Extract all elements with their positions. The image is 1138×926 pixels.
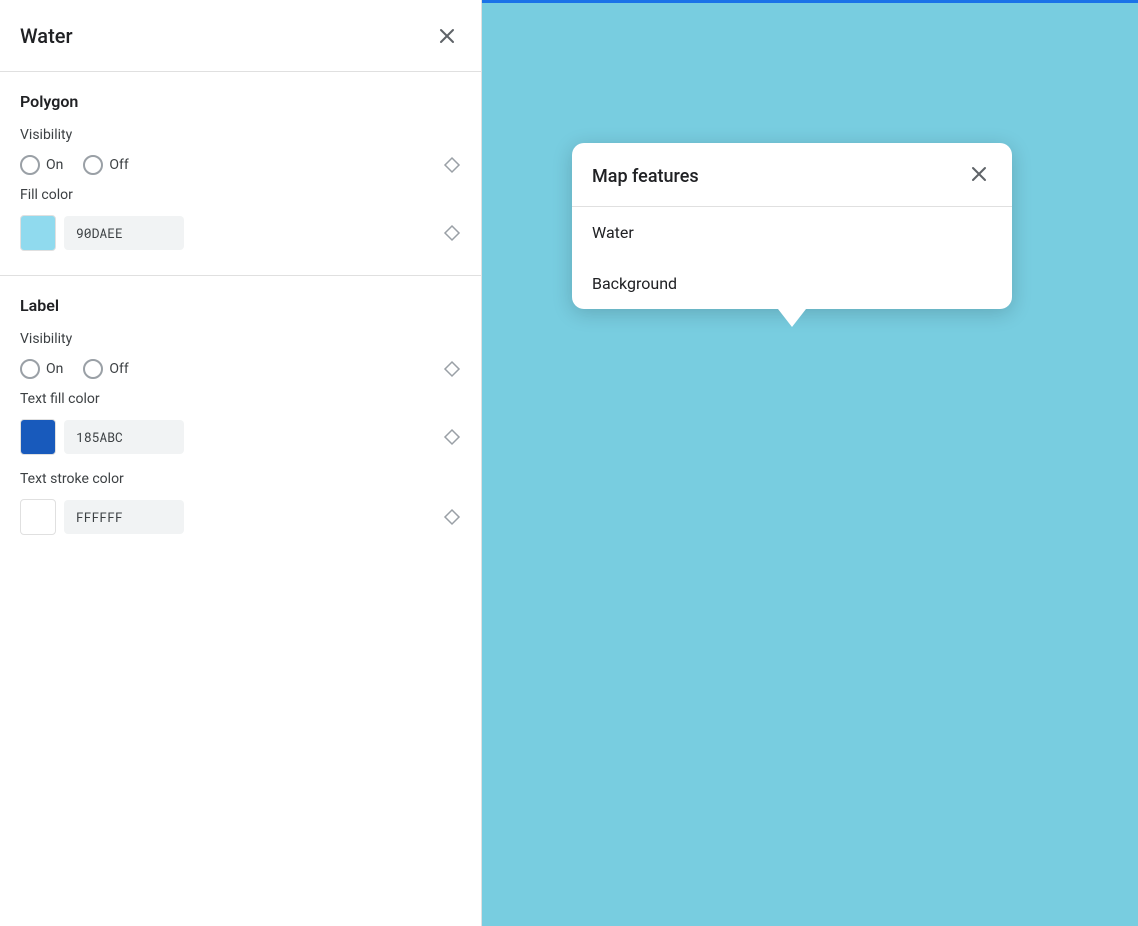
text-fill-color-row: [20, 419, 461, 455]
polygon-on-label: On: [46, 157, 63, 173]
text-fill-color-label: Text fill color: [20, 391, 461, 407]
panel-close-button[interactable]: [433, 22, 461, 50]
polygon-fill-color-label: Fill color: [20, 187, 461, 203]
label-on-radio[interactable]: [20, 359, 40, 379]
close-icon: [437, 26, 457, 46]
polygon-section-title: Polygon: [20, 92, 461, 111]
polygon-off-label: Off: [109, 157, 128, 173]
polygon-visibility-off[interactable]: Off: [83, 155, 128, 175]
polygon-fill-color-swatch[interactable]: [20, 215, 56, 251]
map-features-popup: Map features Water Background: [572, 143, 1012, 309]
polygon-visibility-diamond-icon: [443, 156, 461, 174]
text-fill-diamond-icon: [443, 428, 461, 446]
popup-item-water[interactable]: Water: [572, 207, 1012, 258]
popup-item-background[interactable]: Background: [572, 258, 1012, 309]
polygon-section: Polygon Visibility On Off Fill color: [0, 72, 481, 276]
polygon-visibility-radio-group: On Off: [20, 155, 443, 175]
label-on-label: On: [46, 361, 63, 377]
label-visibility-diamond-icon: [443, 360, 461, 378]
label-section-title: Label: [20, 296, 461, 315]
popup-title: Map features: [592, 166, 699, 187]
text-stroke-color-label: Text stroke color: [20, 471, 461, 487]
text-stroke-color-swatch[interactable]: [20, 499, 56, 535]
panel-header: Water: [0, 0, 481, 72]
text-stroke-diamond-icon: [443, 508, 461, 526]
label-section: Label Visibility On Off Text fill color: [0, 276, 481, 559]
popup-close-button[interactable]: [966, 161, 992, 192]
label-visibility-label: Visibility: [20, 331, 461, 347]
label-visibility-on[interactable]: On: [20, 359, 63, 379]
label-off-radio[interactable]: [83, 359, 103, 379]
panel-title: Water: [20, 24, 73, 48]
text-stroke-color-row: [20, 499, 461, 535]
label-visibility-row: On Off: [20, 359, 461, 379]
left-panel: Water Polygon Visibility On Off: [0, 0, 482, 926]
text-fill-color-input[interactable]: [64, 420, 184, 454]
polygon-fill-diamond-icon: [443, 224, 461, 242]
popup-header: Map features: [572, 143, 1012, 207]
label-visibility-off[interactable]: Off: [83, 359, 128, 379]
polygon-visibility-on[interactable]: On: [20, 155, 63, 175]
polygon-off-radio[interactable]: [83, 155, 103, 175]
polygon-visibility-row: On Off: [20, 155, 461, 175]
popup-close-icon: [970, 165, 988, 183]
map-panel: Map features Water Background: [482, 0, 1138, 926]
text-fill-color-swatch[interactable]: [20, 419, 56, 455]
label-off-label: Off: [109, 361, 128, 377]
polygon-on-radio[interactable]: [20, 155, 40, 175]
polygon-visibility-label: Visibility: [20, 127, 461, 143]
polygon-fill-color-input[interactable]: [64, 216, 184, 250]
label-visibility-radio-group: On Off: [20, 359, 443, 379]
text-stroke-color-input[interactable]: [64, 500, 184, 534]
polygon-fill-color-row: [20, 215, 461, 251]
